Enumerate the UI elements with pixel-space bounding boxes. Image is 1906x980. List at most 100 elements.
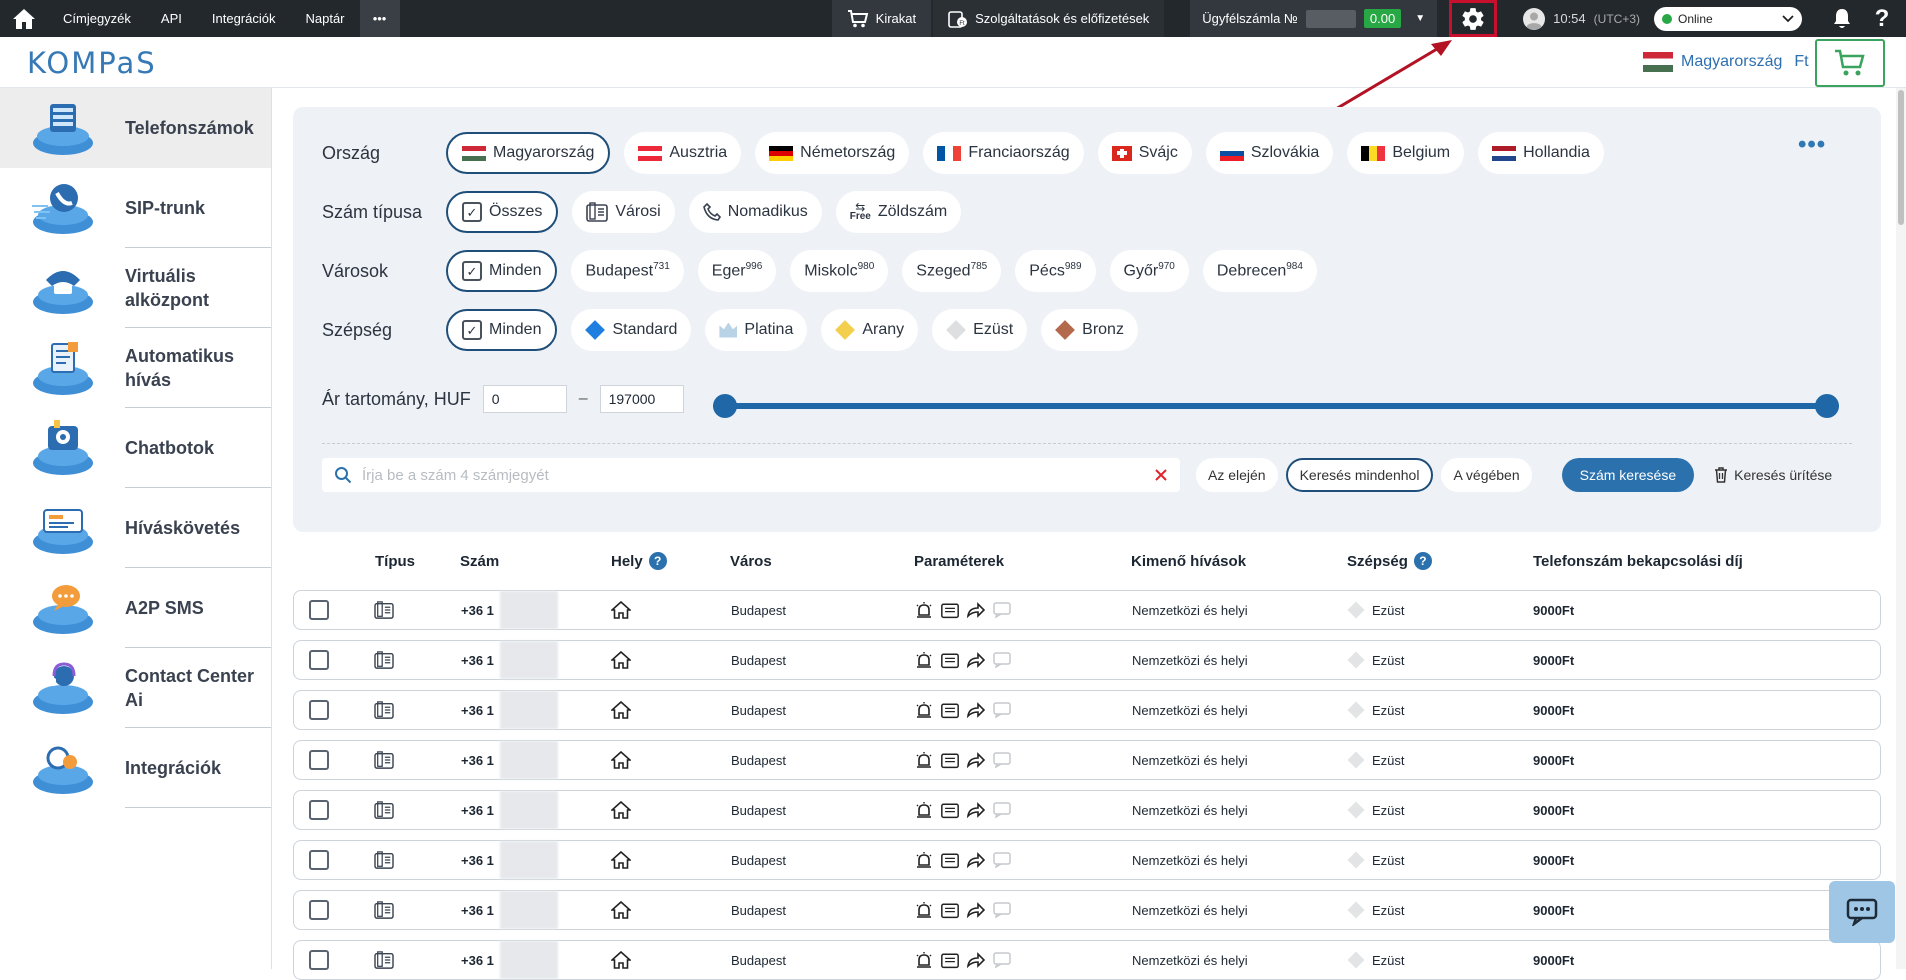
forward-icon [967, 852, 985, 868]
notifications-button[interactable] [1822, 0, 1862, 37]
row-checkbox[interactable] [309, 850, 329, 870]
chip-count: 970 [1158, 261, 1175, 273]
chip-city-budapest[interactable]: Budapest731 [571, 250, 684, 292]
sidebar-item-contact-center-ai[interactable]: Contact Center Ai [0, 648, 271, 728]
search-mode-start[interactable]: Az elején [1196, 458, 1278, 492]
sidebar-item-call-tracking[interactable]: Híváskövetés [0, 488, 271, 568]
row-params-cell [915, 741, 1011, 779]
slider-min-handle[interactable] [713, 394, 737, 418]
nav-api[interactable]: API [146, 0, 197, 37]
sidebar-item-integrations[interactable]: Integrációk [0, 728, 271, 808]
chip-country-germany[interactable]: Németország [755, 132, 910, 174]
chip-beauty-silver[interactable]: Ezüst [932, 309, 1028, 351]
clear-search-button[interactable]: Keresés ürítése [1714, 467, 1832, 483]
chip-city-szeged[interactable]: Szeged785 [902, 250, 1002, 292]
logo[interactable]: KOMPaS [27, 46, 157, 80]
chip-country-belgium[interactable]: Belgium [1347, 132, 1465, 174]
price-slider[interactable] [713, 394, 1839, 418]
chip-country-netherlands[interactable]: Hollandia [1478, 132, 1604, 174]
sidebar-item-label: A2P SMS [125, 568, 271, 648]
chip-city-debrecen[interactable]: Debrecen984 [1202, 250, 1317, 292]
services-button[interactable]: Ft Szolgáltatások és előfizetések [933, 0, 1165, 37]
account-balance[interactable]: Ügyfélszámla № 0.00 ▼ [1190, 0, 1438, 37]
help-button[interactable]: ? [1862, 0, 1902, 37]
sidebar-item-auto-dial[interactable]: Automatikus hívás [0, 328, 271, 408]
search-row: Az elején Keresés mindenhol A végében Sz… [322, 458, 1832, 492]
chip-country-france[interactable]: Franciaország [923, 132, 1084, 174]
table-row[interactable]: +36 1 Budapest Nemzetközi és helyi Ezüst… [293, 890, 1881, 930]
search-mode-end[interactable]: A végében [1441, 458, 1532, 492]
chip-country-switzerland[interactable]: Svájc [1097, 132, 1192, 174]
row-checkbox[interactable] [309, 750, 329, 770]
chip-label: Nomadikus [727, 203, 808, 220]
country-selector[interactable]: Magyarország Ft [1643, 52, 1809, 72]
chip-type-tollfree[interactable]: ⇆ Free Zöldszám [835, 191, 962, 233]
question-icon[interactable]: ? [1413, 552, 1432, 570]
status-select[interactable]: Online [1654, 6, 1802, 31]
chip-type-nomadic[interactable]: Nomadikus [688, 191, 822, 233]
settings-button[interactable] [1449, 0, 1498, 37]
table-row[interactable]: +36 1 Budapest Nemzetközi és helyi Ezüst… [293, 690, 1881, 730]
top-bar: Címjegyzék API Integrációk Naptár ••• Ki… [0, 0, 1906, 37]
sidebar-item-phone-numbers[interactable]: Telefonszámok [0, 88, 271, 168]
nav-contacts[interactable]: Címjegyzék [48, 0, 146, 37]
avatar-icon[interactable] [1523, 7, 1546, 30]
table-row[interactable]: +36 1 Budapest Nemzetközi és helyi Ezüst… [293, 590, 1881, 630]
nav-calendar[interactable]: Naptár [290, 0, 359, 37]
chip-type-all[interactable]: ✓ Összes [446, 191, 559, 233]
search-input[interactable] [362, 466, 1144, 484]
chip-beauty-gold[interactable]: Arany [821, 309, 919, 351]
nav-more-button[interactable]: ••• [359, 0, 400, 37]
chip-beauty-platinum[interactable]: Platina [705, 309, 808, 351]
sidebar-item-virtual-pbx[interactable]: Virtuális alközpont [0, 248, 271, 328]
row-checkbox[interactable] [309, 950, 329, 970]
chip-city-pecs[interactable]: Pécs989 [1015, 250, 1096, 292]
home-button[interactable] [0, 0, 48, 37]
question-icon[interactable]: ? [648, 552, 667, 570]
row-checkbox[interactable] [309, 600, 329, 620]
sidebar-item-chatbots[interactable]: Chatbotok [0, 408, 271, 488]
chip-city-eger[interactable]: Eger996 [697, 250, 777, 292]
clock-timezone: (UTC+3) [1593, 11, 1640, 26]
row-checkbox[interactable] [309, 800, 329, 820]
row-checkbox[interactable] [309, 900, 329, 920]
row-beauty: Ezüst [1372, 952, 1405, 968]
chip-beauty-standard[interactable]: Standard [571, 309, 692, 351]
search-mode-anywhere[interactable]: Keresés mindenhol [1285, 458, 1434, 492]
chip-city-all[interactable]: ✓ Minden [446, 250, 558, 292]
slider-max-handle[interactable] [1815, 394, 1839, 418]
chip-country-austria[interactable]: Ausztria [624, 132, 742, 174]
price-min-input[interactable]: 0 [482, 385, 567, 413]
scrollbar-thumb[interactable] [1898, 90, 1904, 225]
table-row[interactable]: +36 1 Budapest Nemzetközi és helyi Ezüst… [293, 740, 1881, 780]
table-row[interactable]: +36 1 Budapest Nemzetközi és helyi Ezüst… [293, 790, 1881, 830]
price-max-input[interactable]: 197000 [599, 385, 684, 413]
chip-country-slovakia[interactable]: Szlovákia [1205, 132, 1334, 174]
more-countries-button[interactable]: ••• [1798, 131, 1826, 159]
chevron-down-icon[interactable]: ▼ [1415, 13, 1425, 24]
chip-beauty-bronze[interactable]: Bronz [1041, 309, 1138, 351]
page-scrollbar[interactable] [1896, 88, 1906, 969]
col-outgoing: Kimenő hívások [1131, 552, 1247, 570]
sidebar-item-a2p-sms[interactable]: A2P SMS [0, 568, 271, 648]
close-icon[interactable] [1154, 468, 1168, 482]
table-row[interactable]: +36 1 Budapest Nemzetközi és helyi Ezüst… [293, 640, 1881, 680]
chip-beauty-all[interactable]: ✓ Minden [446, 309, 558, 351]
chip-city-gyor[interactable]: Győr970 [1109, 250, 1189, 292]
search-number-button[interactable]: Szám keresése [1561, 458, 1695, 492]
showcase-button[interactable]: Kirakat [831, 0, 932, 37]
sidebar-item-sip-trunk[interactable]: SIP-trunk [0, 168, 271, 248]
table-row[interactable]: +36 1 Budapest Nemzetközi és helyi Ezüst… [293, 840, 1881, 880]
row-checkbox[interactable] [309, 700, 329, 720]
phone-icon [702, 203, 721, 221]
chip-country-hungary[interactable]: Magyarország [446, 132, 611, 174]
table-row[interactable]: +36 1 Budapest Nemzetközi és helyi Ezüst… [293, 940, 1881, 980]
cart-button[interactable] [1815, 39, 1885, 87]
row-checkbox[interactable] [309, 650, 329, 670]
chat-button[interactable] [1829, 881, 1895, 943]
chip-city-miskolc[interactable]: Miskolc980 [790, 250, 889, 292]
online-dot-icon [1662, 13, 1672, 24]
beauty-filter-label: Szépség [322, 319, 393, 340]
nav-integrations[interactable]: Integrációk [197, 0, 291, 37]
chip-type-city[interactable]: Városi [572, 191, 675, 233]
